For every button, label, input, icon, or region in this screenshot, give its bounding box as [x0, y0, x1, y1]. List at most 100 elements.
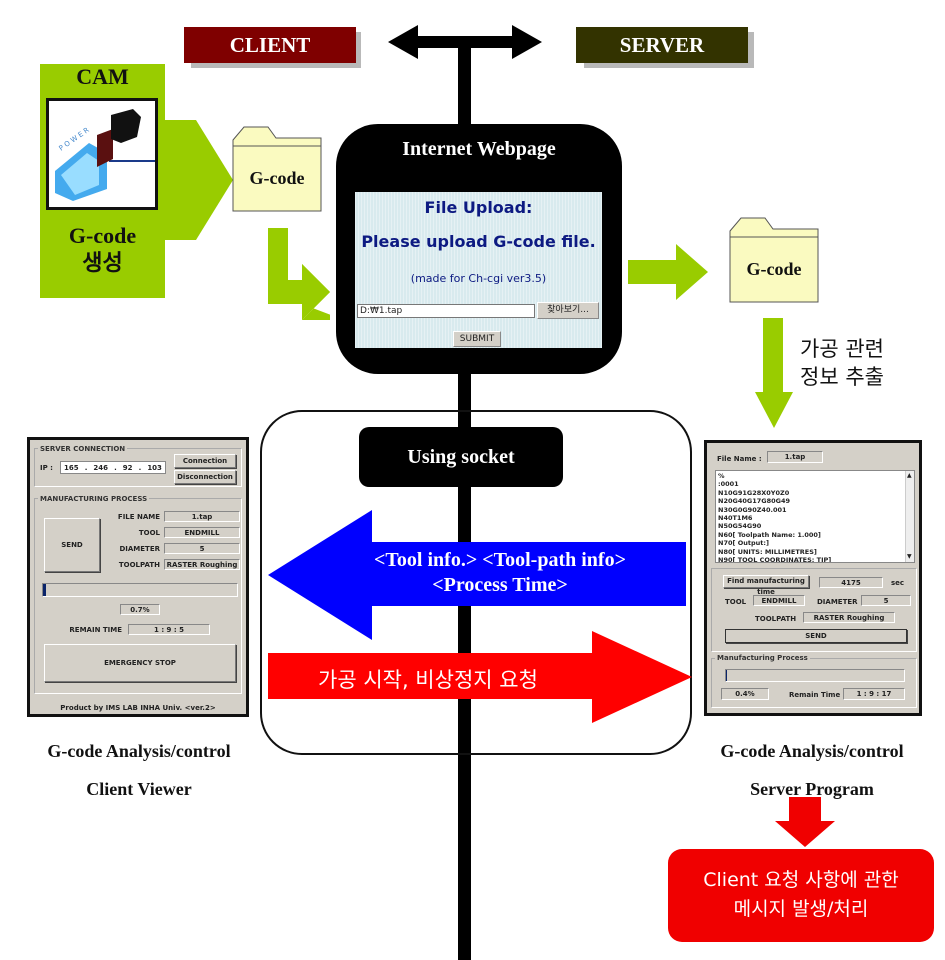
result-arrow-icon: [775, 797, 835, 847]
server-program-window: File Name : 1.tap %:0001 N10G91G28X0Y0Z0 N…: [704, 440, 922, 716]
extract-info-line2: 정보 추출: [800, 365, 884, 389]
gcode-line: :0001: [718, 480, 739, 489]
server-diameter-value: 5: [861, 595, 911, 606]
server-to-client-line2: <Process Time>: [432, 574, 568, 596]
server-process-title: Manufacturing Process: [715, 654, 810, 662]
bidirectional-arrow-icon: [388, 25, 542, 59]
toolpath-label: TOOLPATH: [118, 561, 160, 569]
file-upload-form: File Upload: Please upload G-code file. …: [355, 192, 602, 348]
tool-value: ENDMILL: [164, 527, 240, 538]
gcode-line: N50G54G90: [718, 522, 762, 531]
server-tool-value: ENDMILL: [753, 595, 805, 606]
toolpath-value: RASTER Roughing: [164, 559, 240, 570]
ip-octet: 92: [122, 463, 133, 472]
upload-prompt: Please upload G-code file.: [361, 232, 596, 251]
ip-octet: 165: [64, 463, 79, 472]
server-connection-title: SERVER CONNECTION: [38, 445, 128, 453]
client-progress-fill: [43, 584, 46, 596]
server-to-client-text: <Tool info.> <Tool-path info> <Process T…: [330, 548, 670, 598]
client-tag: CLIENT: [184, 27, 356, 63]
cam-caption-line1: G-code: [68, 223, 137, 248]
server-remain-time-value: 1 : 9 : 17: [843, 688, 905, 700]
server-caption-line1: G-code Analysis/control: [720, 741, 904, 761]
server-file-name-label: File Name :: [717, 455, 762, 463]
manufacturing-process-title: MANUFACTURING PROCESS: [38, 495, 150, 503]
upload-note: (made for Ch-cgi ver3.5): [410, 272, 547, 285]
powermill-logo-icon: P O W E R: [46, 98, 158, 210]
find-manufacturing-time-button[interactable]: Find manufacturing time: [723, 575, 809, 596]
server-toolpath-label: TOOLPATH: [755, 615, 797, 623]
disconnection-button[interactable]: Disconnection: [174, 470, 236, 484]
ip-address-input[interactable]: 165. 246. 92. 103: [60, 461, 166, 474]
gcode-line: N70[ Output:]: [718, 539, 769, 548]
server-progress-bar: [725, 669, 905, 682]
ip-octet: 246: [93, 463, 109, 472]
connection-button[interactable]: Connection: [174, 454, 236, 468]
gcode-line: N80[ UNITS: MILLIMETRES]: [718, 547, 817, 556]
file-name-value: 1.tap: [164, 511, 240, 522]
gcode-scrollbar[interactable]: ▲ ▼: [905, 471, 914, 562]
result-line1: Client 요청 사항에 관한: [703, 869, 899, 891]
emergency-stop-button[interactable]: EMERGENCY STOP: [44, 644, 236, 682]
upload-heading: File Upload:: [424, 198, 533, 217]
server-toolpath-value: RASTER Roughing: [803, 612, 895, 623]
server-process-group: [711, 658, 917, 708]
ip-octet: 103: [147, 463, 162, 472]
server-gcode-file-icon: G-code: [729, 217, 819, 303]
gcode-line: N20G40G17G80G49: [718, 497, 791, 506]
browse-button[interactable]: 찾아보기...: [537, 302, 599, 319]
server-gcode-label: G-code: [746, 259, 802, 279]
server-to-client-line1: <Tool info.> <Tool-path info>: [374, 549, 626, 571]
client-caption-line2: Client Viewer: [86, 779, 192, 799]
client-viewer-caption: G-code Analysis/control Client Viewer: [14, 732, 264, 808]
result-line2: 메시지 발생/처리: [733, 898, 869, 920]
client-footer: Product by IMS LAB INHA Univ. <ver.2>: [60, 704, 216, 712]
server-send-button[interactable]: SEND: [725, 629, 907, 643]
manufacturing-time-value: 4175: [819, 577, 883, 588]
remain-time-value: 1 : 9 : 5: [128, 624, 210, 635]
time-unit-label: sec: [891, 579, 905, 587]
tool-label: TOOL: [138, 529, 160, 537]
server-diameter-label: DIAMETER: [817, 598, 858, 606]
gcode-text-area[interactable]: %:0001 N10G91G28X0Y0Z0 N20G40G17G80G49 N30G…: [715, 470, 915, 563]
client-to-server-text: 가공 시작, 비상정지 요청: [318, 668, 538, 692]
extract-info-label: 가공 관련 정보 추출: [800, 335, 884, 391]
diameter-label: DIAMETER: [119, 545, 160, 553]
upload-arrow-icon: [268, 228, 330, 320]
scroll-up-arrow-icon[interactable]: ▲: [907, 472, 912, 480]
server-tool-label: TOOL: [725, 598, 747, 606]
gcode-line: N10G91G28X0Y0Z0: [718, 488, 790, 497]
remain-time-label: REMAIN TIME: [69, 626, 122, 634]
server-progress-percent: 0.4%: [721, 688, 769, 700]
client-caption-line1: G-code Analysis/control: [47, 741, 231, 761]
using-socket-label: Using socket: [359, 427, 563, 487]
internet-webpage-title: Internet Webpage: [402, 138, 556, 160]
client-viewer-window: SERVER CONNECTION IP : 165. 246. 92. 103…: [27, 437, 249, 717]
client-request-handling-box: Client 요청 사항에 관한 메시지 발생/처리: [668, 849, 934, 942]
ip-label: IP :: [40, 464, 53, 472]
client-gcode-file-icon: G-code: [232, 126, 322, 212]
client-progress-bar: [42, 583, 238, 597]
cam-title: CAM: [76, 64, 129, 89]
extract-arrow-icon: [755, 318, 793, 428]
gcode-line: %: [718, 472, 725, 480]
client-send-button[interactable]: SEND: [44, 518, 100, 572]
gcode-line: N60[ Toolpath Name: 1.000]: [718, 530, 821, 539]
file-name-label: FILE NAME: [117, 513, 160, 521]
cam-caption: G-code 생성: [40, 222, 165, 278]
gcode-line: N40T1M6: [718, 514, 753, 523]
gcode-line: N30G0G90Z40.001: [718, 505, 787, 514]
diameter-value: 5: [164, 543, 240, 554]
file-path-input[interactable]: D:₩1.tap: [357, 304, 535, 318]
submit-button[interactable]: SUBMIT: [453, 331, 501, 347]
server-tag: SERVER: [576, 27, 748, 63]
to-server-arrow-icon: [628, 244, 708, 300]
client-progress-percent: 0.7%: [120, 604, 160, 615]
cam-caption-line2: 생성: [82, 251, 123, 276]
gcode-line: N90[ TOOL COORDINATES: TIP]: [718, 556, 832, 563]
gcode-lines: %:0001 N10G91G28X0Y0Z0 N20G40G17G80G49 N30G…: [718, 472, 912, 563]
server-remain-time-label: Remain Time :: [789, 691, 846, 699]
scroll-down-arrow-icon[interactable]: ▼: [907, 553, 912, 561]
server-progress-fill: [726, 670, 727, 681]
client-gcode-label: G-code: [249, 168, 305, 188]
